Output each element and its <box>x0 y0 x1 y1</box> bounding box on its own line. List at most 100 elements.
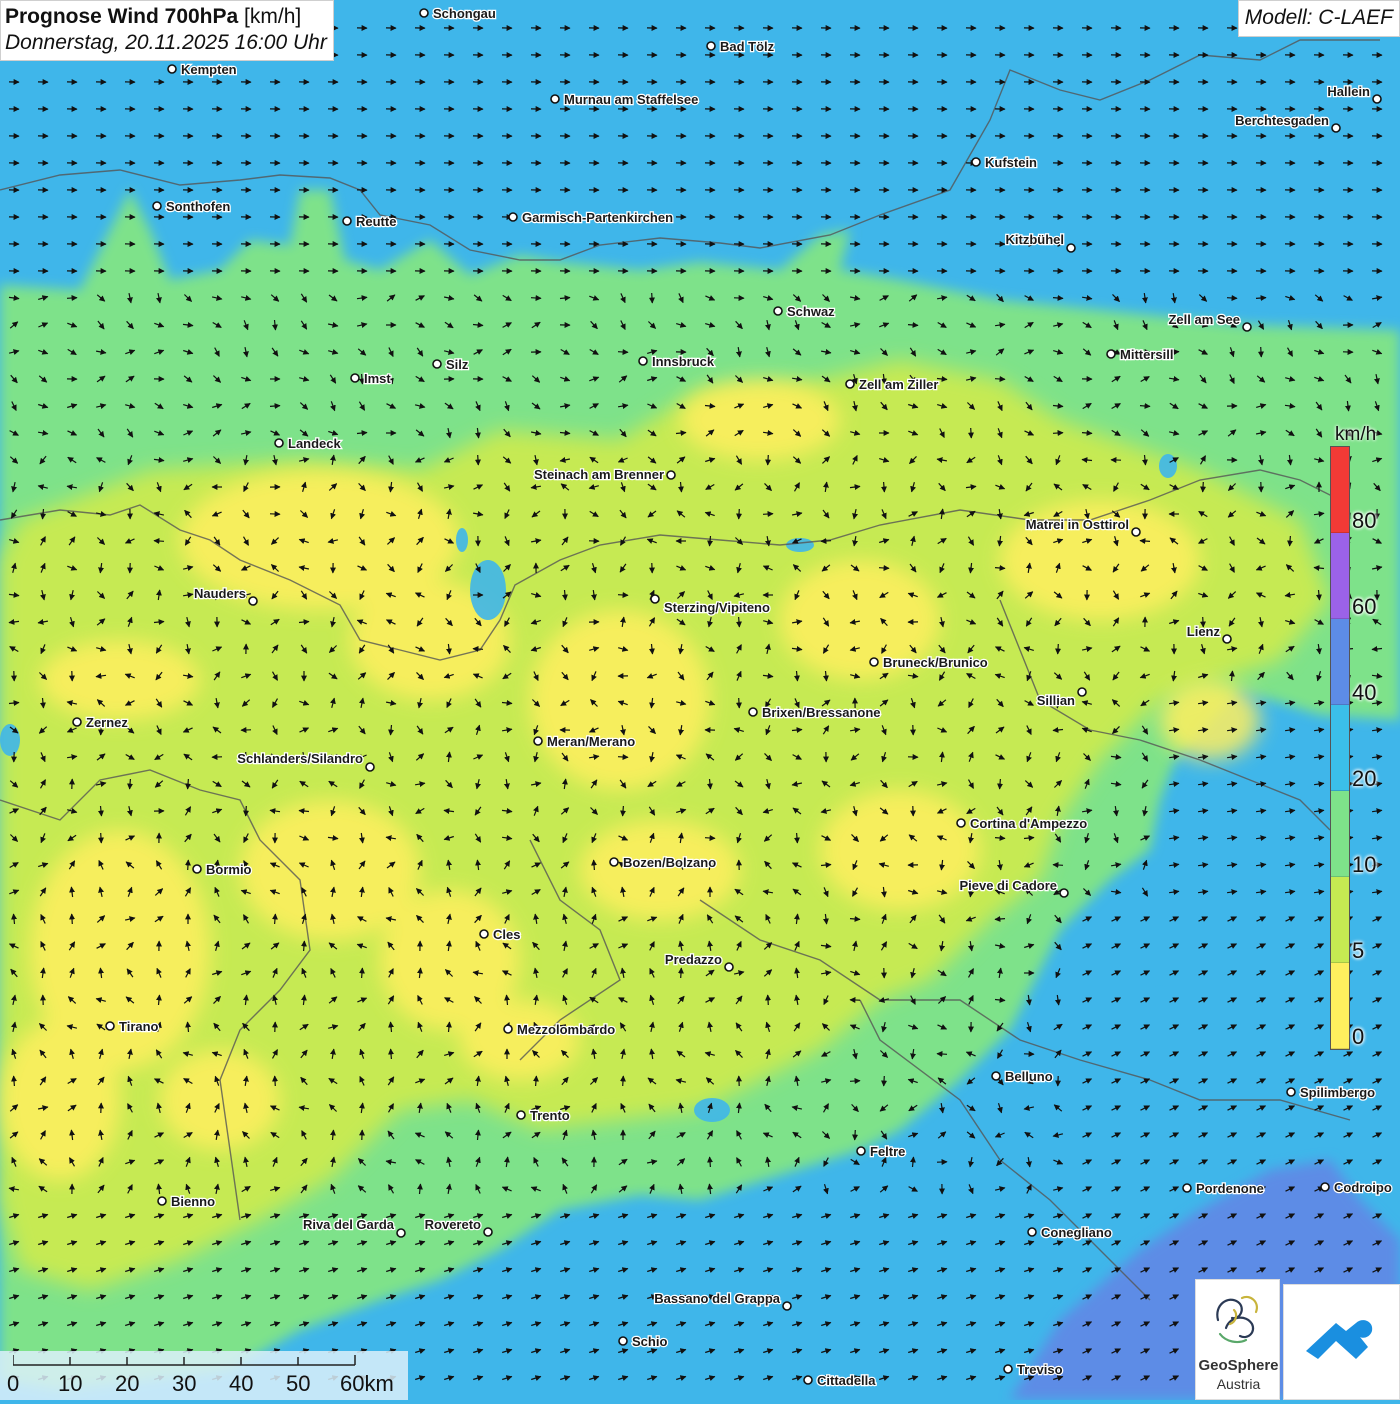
wind-arrow <box>362 968 363 978</box>
city-dot <box>73 718 81 726</box>
wind-arrow <box>908 325 918 326</box>
city-label: Mezzolombardo <box>517 1022 615 1037</box>
city-dot <box>857 1147 865 1155</box>
city-label: Meran/Merano <box>547 734 635 749</box>
model-label: Modell: C-LAEF <box>1238 0 1400 37</box>
wind-arrow <box>14 1076 15 1086</box>
city-label: Matrei in Osttirol <box>1026 517 1129 532</box>
city-dot <box>275 439 283 447</box>
legend-label-20: 20 <box>1352 766 1376 792</box>
wind-arrow <box>1256 298 1266 299</box>
city-dot <box>749 708 757 716</box>
city-dot <box>1373 95 1381 103</box>
city-label: Pordenone <box>1196 1181 1264 1196</box>
geosphere-text: GeoSphere <box>1196 1357 1281 1374</box>
wind-arrow <box>768 455 769 465</box>
wind-arrow <box>971 428 972 438</box>
city-label: Garmisch-Partenkirchen <box>522 210 673 225</box>
wind-map[interactable]: SchongauBad TölzKemptenMurnau am Staffel… <box>0 0 1400 1400</box>
city-dot <box>484 1228 492 1236</box>
city-dot <box>420 9 428 17</box>
wind-arrow <box>362 374 363 384</box>
legend-seg-10 <box>1331 791 1349 877</box>
scale-label-10: 10 <box>58 1371 82 1397</box>
wind-arrow <box>618 595 628 596</box>
wind-arrow <box>1227 298 1237 299</box>
city-label: Brixen/Bressanone <box>762 705 881 720</box>
city-label: Bad Tölz <box>720 39 775 54</box>
scale-bar: 0 10 20 30 40 50 60km <box>0 1351 408 1400</box>
city-label: Mittersill <box>1120 347 1173 362</box>
wind-arrow <box>391 1049 392 1059</box>
scale-label-60km: 60km <box>340 1371 394 1397</box>
scale-label-50: 50 <box>286 1371 310 1397</box>
city-dot <box>957 819 965 827</box>
legend-label-60: 60 <box>1352 594 1376 620</box>
city-dot <box>1067 244 1075 252</box>
geosphere-logo[interactable]: GeoSphere Austria <box>1195 1279 1280 1400</box>
wind-arrow <box>739 617 740 627</box>
city-dot <box>774 307 782 315</box>
legend-seg-20 <box>1331 705 1349 791</box>
wind-arrow <box>72 914 73 924</box>
city-label: Hallein <box>1327 84 1370 99</box>
wind-arrow <box>1140 406 1150 407</box>
city-dot <box>397 1229 405 1237</box>
city-dot <box>1028 1228 1036 1236</box>
city-dot <box>804 1376 812 1384</box>
wind-arrow <box>797 833 798 843</box>
wind-arrow <box>850 919 860 920</box>
wind-arrow <box>705 838 715 839</box>
wind-arrow <box>768 995 769 1005</box>
wind-arrow <box>937 1054 947 1055</box>
city-label: Conegliano <box>1041 1225 1112 1240</box>
city-label: Lienz <box>1187 624 1221 639</box>
city-label: Kufstein <box>985 155 1037 170</box>
city-label: Murnau am Staffelsee <box>564 92 698 107</box>
geosphere-logo-icon <box>1196 1280 1281 1355</box>
wind-arrow <box>188 779 189 789</box>
app-logo[interactable] <box>1283 1284 1400 1400</box>
city-label: Feltre <box>870 1144 905 1159</box>
city-label: Silz <box>446 357 469 372</box>
wind-arrow <box>594 860 595 870</box>
city-label: Zell am Ziller <box>859 377 938 392</box>
wind-arrow <box>1053 433 1063 434</box>
city-label: Schwaz <box>787 304 835 319</box>
wind-arrow <box>1053 865 1063 866</box>
city-label: Spilimbergo <box>1300 1085 1375 1100</box>
city-dot <box>667 471 675 479</box>
city-label: Bienno <box>171 1194 215 1209</box>
city-label: Belluno <box>1005 1069 1053 1084</box>
wind-arrow <box>1053 298 1063 299</box>
wind-arrow <box>850 1081 860 1082</box>
city-dot <box>433 360 441 368</box>
city-dot <box>1078 688 1086 696</box>
city-label: Nauders <box>194 586 246 601</box>
color-legend: km/h 80 60 40 20 10 5 0 <box>1325 420 1395 1060</box>
wind-arrow <box>618 352 628 353</box>
wind-arrow <box>1000 779 1001 789</box>
city-label: Zernez <box>86 715 128 730</box>
city-dot <box>619 1337 627 1345</box>
austria-text: Austria <box>1196 1376 1281 1392</box>
city-dot <box>639 357 647 365</box>
city-label: Imst <box>364 371 391 386</box>
legend-label-0: 0 <box>1352 1024 1364 1050</box>
wind-arrow <box>710 1157 711 1167</box>
legend-label-5: 5 <box>1352 938 1364 964</box>
wind-arrow <box>478 455 479 465</box>
city-label: Cittadella <box>817 1373 876 1388</box>
wind-arrow <box>531 298 541 299</box>
wind-arrow <box>739 509 740 519</box>
wind-arrow <box>623 806 624 816</box>
wind-arrow <box>821 541 831 542</box>
city-dot <box>1183 1184 1191 1192</box>
legend-seg-0 <box>1331 963 1349 1049</box>
city-label: Rovereto <box>425 1217 481 1232</box>
wind-arrow <box>995 379 1005 380</box>
legend-seg-5 <box>1331 877 1349 963</box>
city-label: Sonthofen <box>166 199 230 214</box>
city-label: Steinach am Brenner <box>534 467 664 482</box>
city-dot <box>610 858 618 866</box>
